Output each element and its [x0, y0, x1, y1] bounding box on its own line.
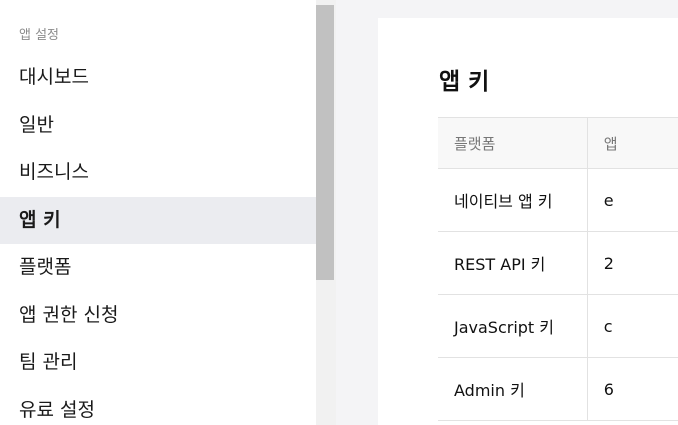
sidebar-item-app-permission-request[interactable]: 앱 권한 신청	[0, 292, 316, 339]
platform-cell: JavaScript 키	[438, 294, 588, 358]
sidebar-section-title: 앱 설정	[19, 28, 60, 43]
table-row: REST API 키 2	[438, 231, 678, 295]
sidebar-item-paid-settings[interactable]: 유료 설정	[0, 387, 316, 425]
page-title: 앱 키	[439, 69, 490, 95]
table-row: 네이티브 앱 키 e	[438, 168, 678, 232]
main-content-panel: 앱 키 플랫폼 앱 네이티브 앱 키 e REST API 키 2 JavaSc…	[378, 18, 678, 425]
column-header-app-key: 앱	[586, 117, 678, 169]
sidebar: 앱 설정 대시보드 일반 비즈니스 앱 키 플랫폼 앱 권한 신청 팀 관리 유…	[0, 0, 316, 425]
app-keys-table: 플랫폼 앱 네이티브 앱 키 e REST API 키 2 JavaScript…	[438, 117, 678, 421]
key-value-cell[interactable]: e	[586, 168, 678, 232]
key-value-cell[interactable]: c	[586, 294, 678, 358]
column-header-platform: 플랫폼	[438, 117, 588, 169]
platform-cell: REST API 키	[438, 231, 588, 295]
sidebar-item-team-management[interactable]: 팀 관리	[0, 339, 316, 386]
sidebar-item-general[interactable]: 일반	[0, 102, 316, 149]
sidebar-item-app-keys[interactable]: 앱 키	[0, 197, 316, 244]
platform-cell: 네이티브 앱 키	[438, 168, 588, 232]
sidebar-item-platform[interactable]: 플랫폼	[0, 244, 316, 291]
table-row: JavaScript 키 c	[438, 294, 678, 358]
key-value-cell[interactable]: 2	[586, 231, 678, 295]
sidebar-item-business[interactable]: 비즈니스	[0, 149, 316, 196]
key-value-cell[interactable]: 6	[586, 357, 678, 421]
sidebar-item-dashboard[interactable]: 대시보드	[0, 54, 316, 101]
platform-cell: Admin 키	[438, 357, 588, 421]
table-header-row: 플랫폼 앱	[438, 117, 678, 169]
table-row: Admin 키 6	[438, 357, 678, 421]
sidebar-scrollbar-thumb[interactable]	[316, 5, 334, 280]
